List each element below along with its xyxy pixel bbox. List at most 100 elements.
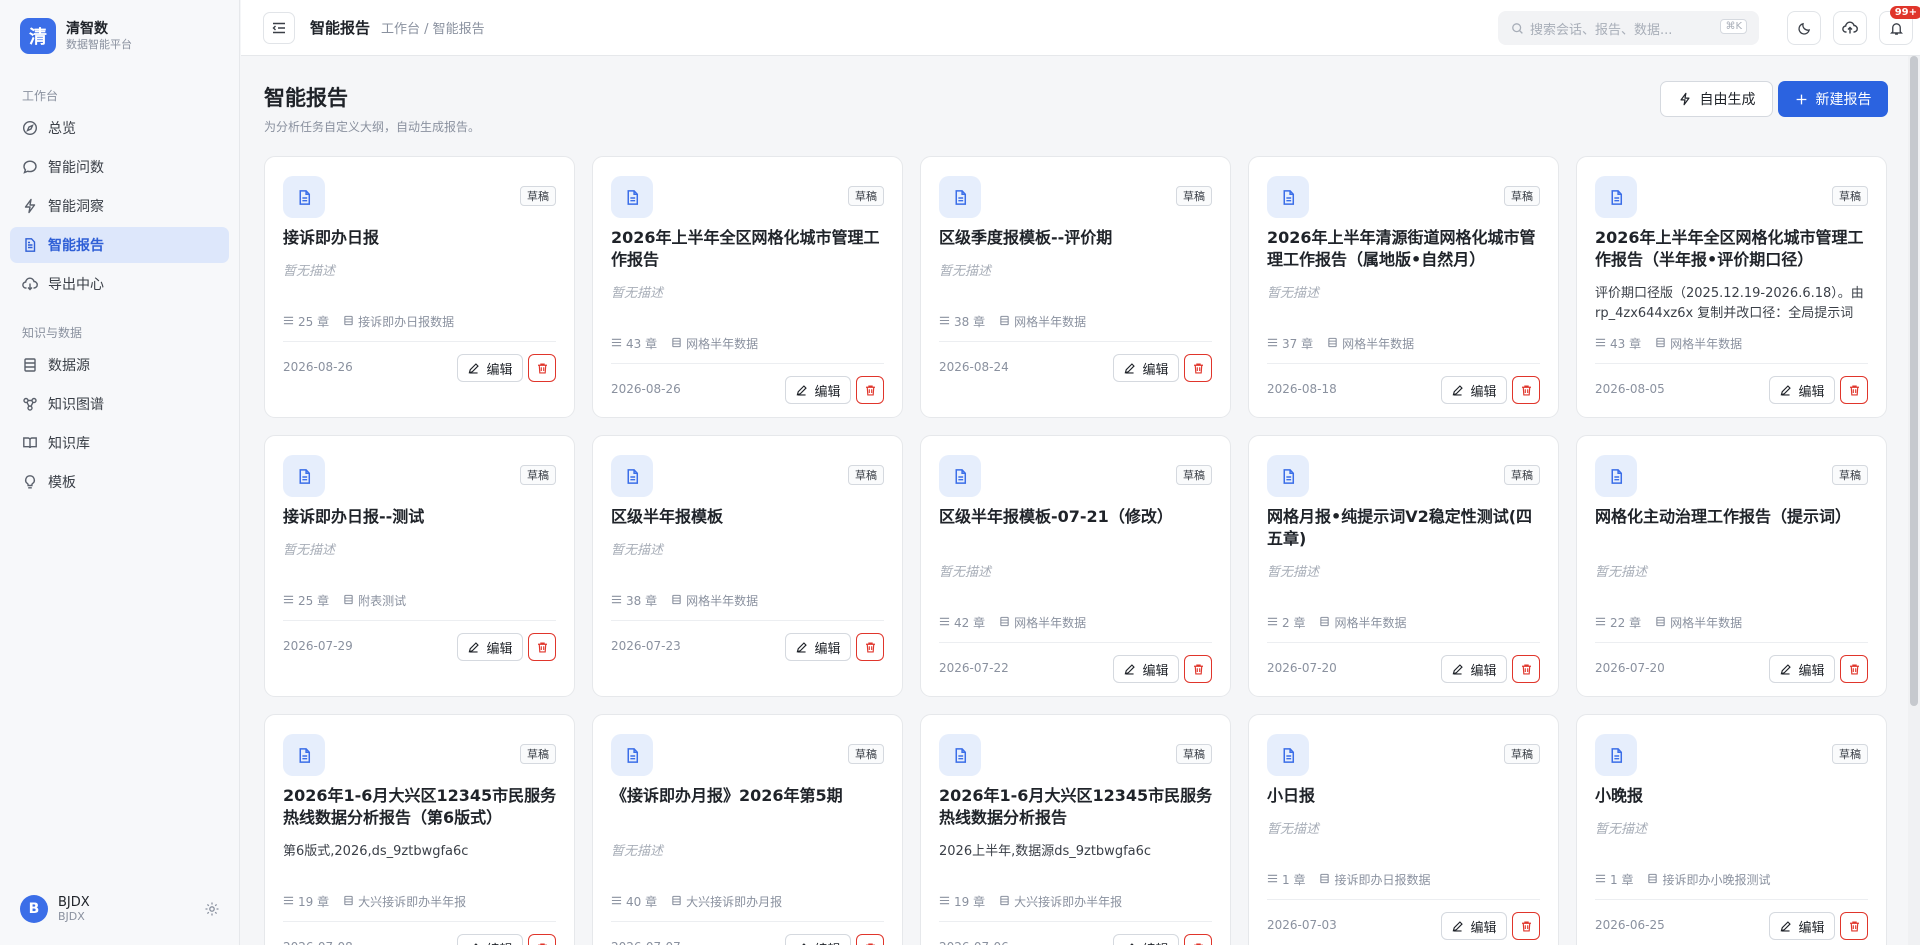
theme-toggle-button[interactable] bbox=[1787, 11, 1821, 45]
card-title[interactable]: 小晚报 bbox=[1595, 785, 1870, 807]
notifications-button[interactable]: 99+ bbox=[1879, 6, 1920, 45]
card-title[interactable]: 区级半年报模板 bbox=[611, 506, 886, 528]
list-icon bbox=[283, 895, 298, 909]
sidebar-item-smart-query[interactable]: 智能问数 bbox=[10, 149, 229, 185]
report-card[interactable]: 草稿 小日报 暂无描述 1 章 接诉即办日报数据 2026-07-03 编辑 bbox=[1248, 714, 1559, 945]
report-card[interactable]: 草稿 接诉即办日报 暂无描述 25 章 接诉即办日报数据 2026-08-26 编辑 bbox=[264, 156, 575, 418]
sidebar-item-report[interactable]: 智能报告 bbox=[10, 227, 229, 263]
gear-icon[interactable] bbox=[204, 901, 220, 917]
report-card[interactable]: 草稿 2026年上半年全区网格化城市管理工作报告（半年报•评价期口径） 评价期口径版… bbox=[1576, 156, 1887, 418]
card-title[interactable]: 2026年1-6月大兴区12345市民服务热线数据分析报告（第6版式） bbox=[283, 785, 558, 829]
edit-button[interactable]: 编辑 bbox=[1441, 376, 1507, 404]
delete-button[interactable] bbox=[1512, 655, 1540, 683]
edit-button[interactable]: 编辑 bbox=[785, 376, 851, 404]
card-title[interactable]: 接诉即办日报--测试 bbox=[283, 506, 558, 528]
pencil-icon bbox=[1451, 384, 1470, 397]
card-title[interactable]: 2026年上半年清源街道网格化城市管理工作报告（属地版•自然月） bbox=[1267, 227, 1542, 271]
card-title[interactable]: 区级季度报模板--评价期 bbox=[939, 227, 1214, 249]
toggle-sidebar-button[interactable] bbox=[263, 12, 295, 44]
new-report-button[interactable]: 新建报告 bbox=[1778, 81, 1888, 117]
report-card[interactable]: 草稿 网格月报•纯提示词V2稳定性测试(四五章) 暂无描述 2 章 网格半年数据 2026… bbox=[1248, 435, 1559, 697]
delete-button[interactable] bbox=[1512, 376, 1540, 404]
report-card[interactable]: 草稿 2026年1-6月大兴区12345市民服务热线数据分析报告（第6版式） 第6版… bbox=[264, 714, 575, 945]
delete-button[interactable] bbox=[528, 354, 556, 382]
card-meta: 43 章 网格半年数据 bbox=[611, 335, 758, 352]
edit-button[interactable]: 编辑 bbox=[1113, 655, 1179, 683]
sidebar-item-datasource[interactable]: 数据源 bbox=[10, 347, 229, 383]
delete-button[interactable] bbox=[856, 633, 884, 661]
trash-icon bbox=[1192, 663, 1205, 676]
edit-button[interactable]: 编辑 bbox=[785, 633, 851, 661]
sidebar-item-insight[interactable]: 智能洞察 bbox=[10, 188, 229, 224]
delete-button[interactable] bbox=[856, 934, 884, 945]
topbar: 智能报告 工作台 / 智能报告 搜索会话、报告、数据... ⌘K 99+ bbox=[241, 0, 1920, 56]
scrollbar-thumb[interactable] bbox=[1910, 56, 1918, 706]
edit-label: 编辑 bbox=[814, 384, 841, 400]
upload-button[interactable] bbox=[1833, 11, 1867, 45]
edit-button[interactable]: 编辑 bbox=[1769, 655, 1835, 683]
document-icon bbox=[611, 734, 653, 776]
divider bbox=[611, 620, 884, 621]
edit-button[interactable]: 编辑 bbox=[1441, 912, 1507, 940]
report-card[interactable]: 草稿 区级半年报模板 暂无描述 38 章 网格半年数据 2026-07-23 编辑 bbox=[592, 435, 903, 697]
trash-icon bbox=[1520, 920, 1533, 933]
edit-button[interactable]: 编辑 bbox=[1113, 354, 1179, 382]
graph-icon bbox=[22, 396, 38, 412]
edit-button[interactable]: 编辑 bbox=[1769, 912, 1835, 940]
card-meta: 38 章 网格半年数据 bbox=[611, 592, 758, 609]
report-card[interactable]: 草稿《接诉即办月报》2026年第5期暂无描述 40 章 大兴接诉即办月报 2026-0… bbox=[592, 714, 903, 945]
edit-button[interactable]: 编辑 bbox=[457, 633, 523, 661]
card-title[interactable]: 2026年上半年全区网格化城市管理工作报告（半年报•评价期口径） bbox=[1595, 227, 1870, 271]
trash-icon bbox=[1520, 663, 1533, 676]
report-card[interactable]: 草稿 接诉即办日报--测试 暂无描述 25 章 附表测试 2026-07-29 编辑 bbox=[264, 435, 575, 697]
card-title[interactable]: 2026年1-6月大兴区12345市民服务热线数据分析报告 bbox=[939, 785, 1214, 829]
delete-button[interactable] bbox=[1184, 655, 1212, 683]
page-scrollbar[interactable] bbox=[1908, 56, 1920, 945]
card-title[interactable]: 网格月报•纯提示词V2稳定性测试(四五章) bbox=[1267, 506, 1542, 550]
edit-button[interactable]: 编辑 bbox=[785, 934, 851, 945]
breadcrumb[interactable]: 工作台 / 智能报告 bbox=[381, 18, 485, 37]
sidebar-item-export[interactable]: 导出中心 bbox=[10, 266, 229, 302]
delete-button[interactable] bbox=[1840, 655, 1868, 683]
pencil-icon bbox=[467, 362, 486, 375]
card-title[interactable]: 2026年上半年全区网格化城市管理工作报告 bbox=[611, 227, 886, 271]
delete-button[interactable] bbox=[1840, 376, 1868, 404]
delete-button[interactable] bbox=[1512, 912, 1540, 940]
delete-button[interactable] bbox=[528, 934, 556, 945]
edit-button[interactable]: 编辑 bbox=[1441, 655, 1507, 683]
trash-icon bbox=[1848, 384, 1861, 397]
plus-icon bbox=[1796, 94, 1806, 104]
free-generate-button[interactable]: 自由生成 bbox=[1660, 81, 1773, 117]
card-title[interactable]: 区级半年报模板-07-21（修改） bbox=[939, 506, 1214, 528]
report-card[interactable]: 草稿 2026年上半年全区网格化城市管理工作报告 暂无描述 43 章 网格半年数据 202… bbox=[592, 156, 903, 418]
card-title[interactable]: 《接诉即办月报》2026年第5期 bbox=[611, 785, 886, 807]
card-title[interactable]: 接诉即办日报 bbox=[283, 227, 558, 249]
delete-button[interactable] bbox=[1184, 934, 1212, 945]
delete-button[interactable] bbox=[528, 633, 556, 661]
report-card[interactable]: 草稿 区级季度报模板--评价期 暂无描述 38 章 网格半年数据 2026-08-24 编辑 bbox=[920, 156, 1231, 418]
report-card[interactable]: 草稿 2026年上半年清源街道网格化城市管理工作报告（属地版•自然月） 暂无描述 37… bbox=[1248, 156, 1559, 418]
delete-button[interactable] bbox=[1840, 912, 1868, 940]
report-card[interactable]: 草稿 区级半年报模板-07-21（修改） 暂无描述 42 章 网格半年数据 2026-07… bbox=[920, 435, 1231, 697]
edit-button[interactable]: 编辑 bbox=[1769, 376, 1835, 404]
edit-button[interactable]: 编辑 bbox=[1113, 934, 1179, 945]
brand[interactable]: 清 清智数 数据智能平台 bbox=[20, 18, 132, 54]
delete-button[interactable] bbox=[856, 376, 884, 404]
card-title[interactable]: 网格化主动治理工作报告（提示词） bbox=[1595, 506, 1870, 528]
search-input[interactable]: 搜索会话、报告、数据... ⌘K bbox=[1498, 11, 1759, 45]
edit-label: 编辑 bbox=[486, 641, 513, 657]
sidebar-item-knowledge-graph[interactable]: 知识图谱 bbox=[10, 386, 229, 422]
card-title[interactable]: 小日报 bbox=[1267, 785, 1542, 807]
edit-button[interactable]: 编辑 bbox=[457, 354, 523, 382]
card-meta: 37 章 网格半年数据 bbox=[1267, 335, 1414, 352]
report-card[interactable]: 草稿 网格化主动治理工作报告（提示词） 暂无描述 22 章 网格半年数据 2026-07-… bbox=[1576, 435, 1887, 697]
sidebar-item-knowledge-base[interactable]: 知识库 bbox=[10, 425, 229, 461]
user-profile[interactable]: B BJDX BJDX bbox=[20, 895, 220, 923]
sidebar-item-templates[interactable]: 模板 bbox=[10, 464, 229, 500]
data-source-name: 网格半年数据 bbox=[1670, 616, 1743, 630]
report-card[interactable]: 草稿 小晚报 暂无描述 1 章 接诉即办小晚报测试 2026-06-25 编辑 bbox=[1576, 714, 1887, 945]
delete-button[interactable] bbox=[1184, 354, 1212, 382]
report-card[interactable]: 草稿 2026年1-6月大兴区12345市民服务热线数据分析报告 2026上半年,数… bbox=[920, 714, 1231, 945]
sidebar-item-overview[interactable]: 总览 bbox=[10, 110, 229, 146]
edit-button[interactable]: 编辑 bbox=[457, 934, 523, 945]
